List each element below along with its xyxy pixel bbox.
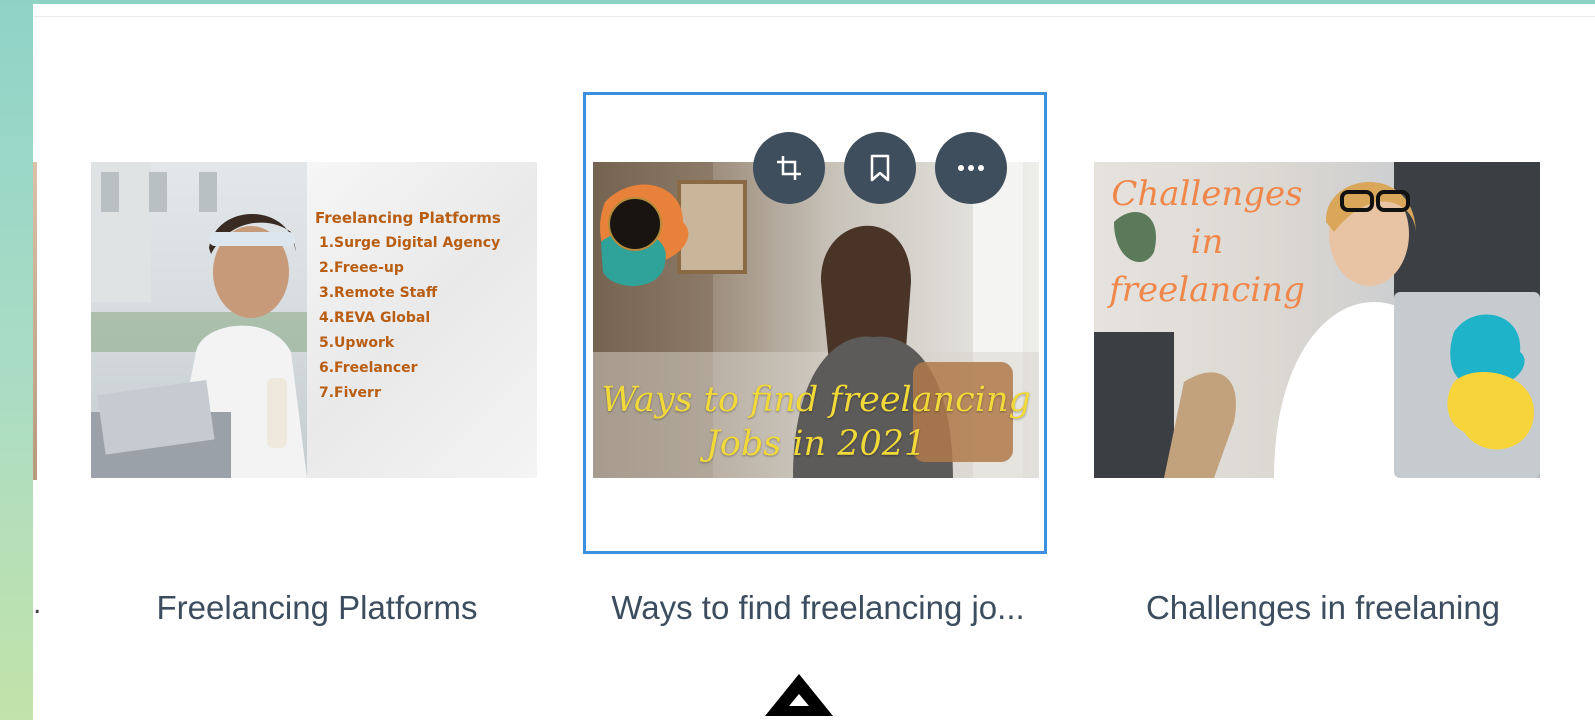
thumbnail-overlay-line: in: [1190, 222, 1224, 262]
bookmark-button[interactable]: [844, 132, 916, 204]
thumbnail-list-item: 1.Surge Digital Agency: [319, 235, 501, 251]
thumbnail-platform-list: Freelancing Platforms 1.Surge Digital Ag…: [307, 162, 537, 478]
thumbnail-list-item: 7.Fiverr: [319, 385, 381, 401]
thumbnail-list-item: 2.Freee-up: [319, 260, 404, 276]
thumbnail-overlay-title: Challenges in freelancing: [1102, 170, 1312, 314]
gallery-card-freelancing-platforms[interactable]: Freelancing Platforms 1.Surge Digital Ag…: [87, 94, 547, 552]
bookmark-icon: [870, 154, 890, 182]
gallery-card-challenges[interactable]: Challenges in freelancing: [1090, 94, 1550, 552]
offscreen-card-thumbnail[interactable]: [33, 162, 37, 480]
offscreen-card-caption: .: [33, 587, 42, 620]
thumbnail-photo-man-laptop: [91, 162, 307, 478]
card-thumbnail[interactable]: Challenges in freelancing: [1094, 162, 1540, 478]
thumbnail-list-item: 6.Freelancer: [319, 360, 418, 376]
card-caption[interactable]: Challenges in freelaning: [1093, 589, 1553, 627]
more-options-button[interactable]: [935, 132, 1007, 204]
thumbnail-overlay-line: freelancing: [1109, 270, 1305, 310]
media-gallery-panel: . Freelancing Platforms 1.Surge Digital …: [33, 4, 1595, 720]
card-hover-toolbar: [753, 132, 1007, 204]
mouse-cursor-icon: [765, 674, 833, 716]
thumbnail-overlay-line: Jobs in 2021: [705, 424, 927, 464]
thumbnail-overlay-title: Ways to find freelancing Jobs in 2021: [593, 378, 1039, 466]
card-caption[interactable]: Ways to find freelancing jo...: [588, 589, 1048, 627]
crop-icon: [777, 156, 801, 180]
thumbnail-list-item: 3.Remote Staff: [319, 285, 438, 301]
thumbnail-overlay-line: Challenges: [1111, 174, 1303, 214]
thumbnail-overlay-line: Ways to find freelancing: [601, 380, 1031, 420]
thumbnail-list-item: 4.REVA Global: [319, 310, 431, 326]
top-divider: [33, 16, 1595, 17]
card-caption[interactable]: Freelancing Platforms: [87, 589, 547, 627]
card-thumbnail[interactable]: Ways to find freelancing Jobs in 2021: [593, 162, 1039, 478]
thumbnail-heading: Freelancing Platforms: [315, 209, 501, 227]
card-thumbnail[interactable]: Freelancing Platforms 1.Surge Digital Ag…: [91, 162, 537, 478]
thumbnail-list-item: 5.Upwork: [319, 335, 395, 351]
crop-button[interactable]: [753, 132, 825, 204]
more-icon: [958, 165, 984, 171]
